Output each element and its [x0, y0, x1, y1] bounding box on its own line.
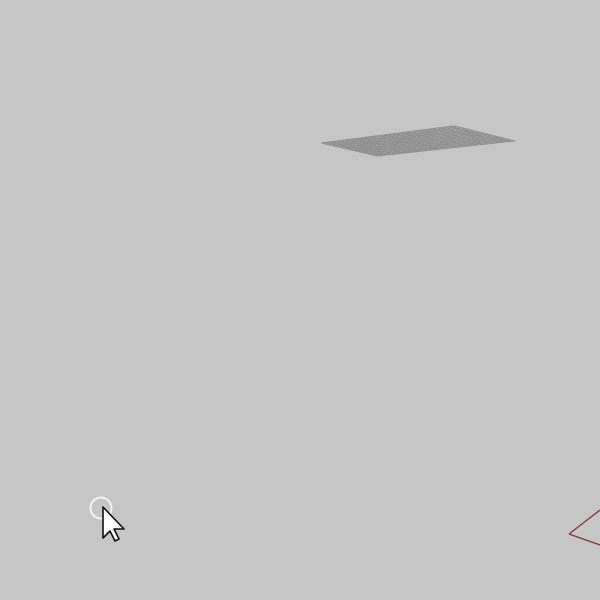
axis-line: [568, 509, 600, 535]
axis-line: [568, 533, 600, 546]
perspective-viewport[interactable]: [0, 0, 600, 600]
ground-grid: [320, 125, 600, 546]
origin-axis-lines: [568, 509, 600, 546]
